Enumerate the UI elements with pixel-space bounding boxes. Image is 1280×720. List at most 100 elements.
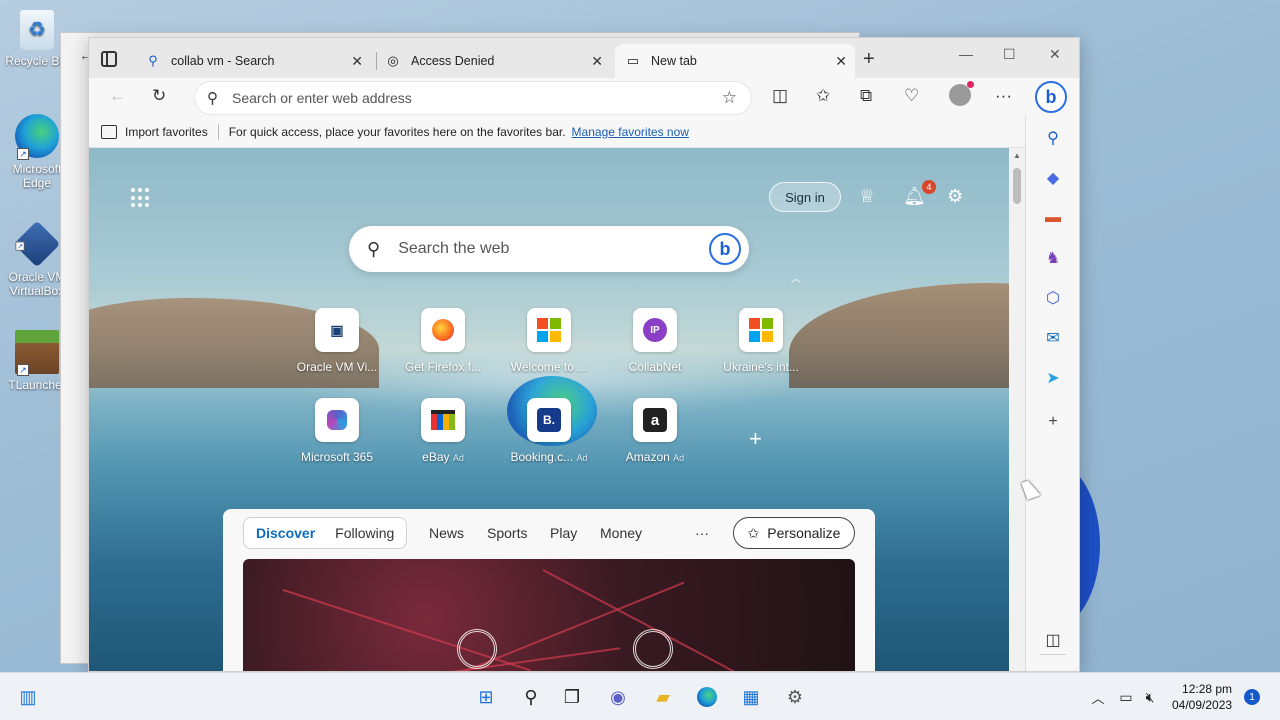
chat-icon[interactable]: ◉ — [606, 685, 630, 709]
feed-article-image[interactable] — [243, 559, 855, 671]
address-bar[interactable]: ⚲ Search or enter web address ☆ — [195, 82, 751, 114]
tab-search[interactable]: ⚲ collab vm - Search ✕ — [145, 44, 371, 78]
virtualbox-icon: ▣ — [315, 308, 359, 352]
favorites-icon[interactable]: ✩ — [816, 86, 830, 106]
widgets-icon[interactable]: ▥ — [16, 685, 40, 709]
browser-essentials-icon[interactable]: ♡ — [904, 86, 919, 106]
quick-link-tile[interactable]: Welcome to ... — [499, 308, 599, 374]
edge-icon[interactable] — [695, 685, 719, 709]
tile-label: CollabNet — [628, 360, 682, 374]
feed-category-play[interactable]: Play — [550, 525, 577, 541]
refresh-icon[interactable]: ↻ — [152, 86, 166, 106]
feed-category-money[interactable]: Money — [600, 525, 642, 541]
microsoft-store-icon[interactable]: ▦ — [739, 685, 763, 709]
task-view-icon[interactable]: ❐ — [560, 685, 584, 709]
manage-favorites-link[interactable]: Manage favorites now — [572, 125, 689, 139]
more-menu-icon[interactable]: ··· — [995, 86, 1012, 106]
shopping-tag-icon[interactable]: ◆ — [1043, 168, 1063, 188]
favorite-star-icon[interactable]: ☆ — [722, 88, 737, 108]
tile-icon-text: a — [643, 408, 667, 432]
close-window-icon[interactable]: ✕ — [1049, 46, 1061, 63]
add-sidebar-app-icon[interactable]: + — [1043, 412, 1063, 432]
feed-category-news[interactable]: News — [429, 525, 464, 541]
page-settings-gear-icon[interactable]: ⚙ — [947, 186, 963, 207]
notification-count-badge[interactable]: 1 — [1244, 689, 1260, 705]
ad-label: Ad — [452, 453, 464, 463]
close-tab-icon[interactable]: ✕ — [835, 53, 847, 70]
quick-link-tile[interactable]: a Amazon Ad — [605, 398, 705, 464]
feed-tab-following[interactable]: Following — [329, 525, 400, 541]
minimize-icon[interactable]: — — [959, 46, 973, 62]
tile-name: eBay — [422, 450, 450, 464]
add-quick-link-icon[interactable]: + — [749, 426, 762, 452]
shortcut-arrow-icon: ↗ — [15, 241, 25, 251]
web-search-box[interactable]: ⚲ Search the web b — [349, 226, 749, 272]
booking-icon: B. — [527, 398, 571, 442]
import-icon — [101, 124, 117, 139]
tab-actions-icon[interactable] — [101, 51, 117, 67]
scroll-thumb[interactable] — [1013, 168, 1021, 204]
quick-link-tile[interactable]: B. Booking.c... Ad — [499, 398, 599, 464]
drop-send-icon[interactable]: ➤ — [1043, 368, 1063, 388]
close-tab-icon[interactable]: ✕ — [351, 53, 363, 70]
network-icon[interactable]: ▭ — [1114, 685, 1138, 709]
fingerprint-icon — [457, 629, 497, 669]
tab-bar: ⚲ collab vm - Search ✕ ◎ Access Denied ✕… — [89, 38, 1079, 78]
quick-link-tile[interactable]: Get Firefox f... — [393, 308, 493, 374]
quick-link-tile[interactable]: Ukraine's int... — [711, 308, 811, 374]
search-icon[interactable]: ⚲ — [1043, 128, 1063, 148]
start-windows-icon[interactable]: ⊞ — [474, 685, 498, 709]
collapse-tiles-chevron-icon[interactable]: ︿ — [791, 270, 801, 285]
rewards-trophy-icon[interactable]: ♕ — [859, 186, 875, 207]
profile-avatar-icon[interactable] — [949, 81, 974, 106]
quick-link-tile[interactable]: ▣ Oracle VM Vi... — [287, 308, 387, 374]
sign-in-button[interactable]: Sign in — [769, 182, 841, 212]
virtualbox-icon: ↗ — [13, 220, 61, 268]
settings-gear-icon[interactable]: ⚙ — [783, 685, 807, 709]
tab-label: New tab — [651, 54, 697, 68]
clock[interactable]: 12:28 pm 04/09/2023 — [1172, 681, 1232, 713]
tile-label: Microsoft 365 — [300, 450, 374, 464]
tools-icon[interactable]: ▬ — [1043, 208, 1063, 228]
maximize-icon[interactable]: ☐ — [1003, 46, 1016, 63]
file-explorer-icon[interactable]: ▰ — [651, 685, 675, 709]
feed-tab-discover[interactable]: Discover — [250, 525, 321, 541]
bing-chat-icon[interactable]: b — [709, 233, 741, 265]
microsoft-365-icon[interactable]: ⬡ — [1043, 288, 1063, 308]
page-scrollbar[interactable]: ▲ — [1009, 148, 1025, 671]
app-launcher-icon[interactable] — [131, 188, 151, 208]
edge-sidebar: ⚲ ◆ ▬ ♞ ⬡ ✉ ➤ + ◫ — [1025, 116, 1079, 671]
taskbar: ▥ ⊞ ⚲ ❐ ◉ ▰ ▦ ⚙ ︿ ▭ 🔇︎ 12:28 pm 04/09/20… — [0, 672, 1280, 720]
bing-copilot-icon[interactable]: b — [1035, 81, 1067, 113]
search-icon[interactable]: ⚲ — [519, 685, 543, 709]
close-tab-icon[interactable]: ✕ — [591, 53, 603, 70]
new-tab-page: Sign in ♕ 🔔︎ 4 ⚙ ⚲ Search the web b ︿ ▣ … — [89, 148, 1009, 671]
sidebar-divider — [1040, 654, 1066, 655]
personalize-label: Personalize — [767, 525, 841, 541]
new-tab-button[interactable]: + — [863, 48, 875, 71]
personalize-button[interactable]: ✩ Personalize — [733, 517, 855, 549]
quick-link-tile[interactable]: Microsoft 365 — [287, 398, 387, 464]
tile-label: eBay Ad — [393, 450, 493, 464]
tab-access-denied[interactable]: ◎ Access Denied ✕ — [385, 44, 611, 78]
hide-sidebar-icon[interactable]: ◫ — [1043, 630, 1063, 650]
show-hidden-icons-chevron-icon[interactable]: ︿ — [1086, 685, 1110, 709]
import-favorites-button[interactable]: Import favorites — [101, 124, 208, 139]
personalize-icon: ✩ — [747, 524, 760, 541]
scroll-up-icon[interactable]: ▲ — [1013, 151, 1021, 160]
tab-new-tab[interactable]: ▭ New tab ✕ — [615, 44, 855, 78]
games-icon[interactable]: ♞ — [1043, 248, 1063, 268]
split-screen-icon[interactable]: ◫ — [772, 86, 788, 106]
quick-link-tile[interactable]: IP CollabNet — [605, 308, 705, 374]
volume-muted-icon[interactable]: 🔇︎ — [1138, 685, 1162, 709]
back-icon[interactable]: ← — [109, 86, 126, 106]
newtab-icon: ▭ — [626, 53, 640, 68]
collections-icon[interactable]: ⧉ — [860, 86, 872, 106]
outlook-icon[interactable]: ✉ — [1043, 328, 1063, 348]
feed-category-sports[interactable]: Sports — [487, 525, 527, 541]
tile-label: Amazon Ad — [605, 450, 705, 464]
quick-link-tile[interactable]: eBay Ad — [393, 398, 493, 464]
tab-label: Access Denied — [411, 54, 495, 68]
feed-more-icon[interactable]: ··· — [695, 525, 709, 541]
favorites-hint: For quick access, place your favorites h… — [228, 124, 566, 139]
